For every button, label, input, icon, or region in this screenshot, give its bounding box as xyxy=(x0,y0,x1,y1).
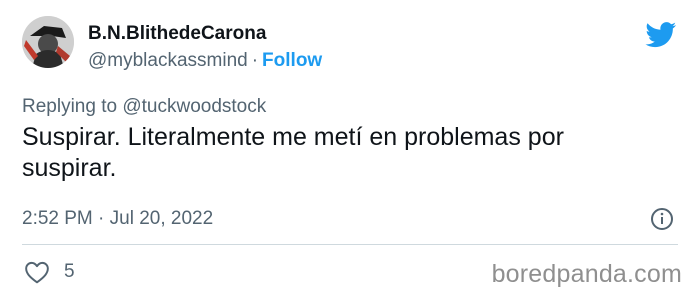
heart-icon xyxy=(25,261,49,284)
replying-to-label: Replying to xyxy=(22,96,118,117)
watermark: boredpanda.com xyxy=(491,260,682,288)
avatar[interactable] xyxy=(22,16,74,68)
replying-to-mention[interactable]: @tuckwoodstock xyxy=(122,96,266,117)
info-icon[interactable] xyxy=(650,207,674,231)
avatar-image xyxy=(22,16,74,68)
like-count: 5 xyxy=(64,261,75,282)
replying-to-line: Replying to @tuckwoodstock xyxy=(22,96,266,118)
author-display-name[interactable]: B.N.BlithedeCarona xyxy=(88,23,266,45)
follow-button[interactable]: Follow xyxy=(262,50,322,71)
divider xyxy=(22,244,678,245)
separator-dot: · xyxy=(251,50,259,71)
like-button[interactable]: 5 xyxy=(24,259,75,285)
tweet-text: Suspirar. Literalmente me metí en proble… xyxy=(22,123,564,182)
twitter-bird-icon[interactable] xyxy=(645,22,677,48)
tweet-timestamp[interactable]: 2:52 PM · Jul 20, 2022 xyxy=(22,208,213,230)
author-handle-row: @myblackassmind · Follow xyxy=(88,50,322,72)
tweet-card: B.N.BlithedeCarona @myblackassmind · Follo… xyxy=(0,0,700,298)
author-handle[interactable]: @myblackassmind xyxy=(88,50,248,71)
